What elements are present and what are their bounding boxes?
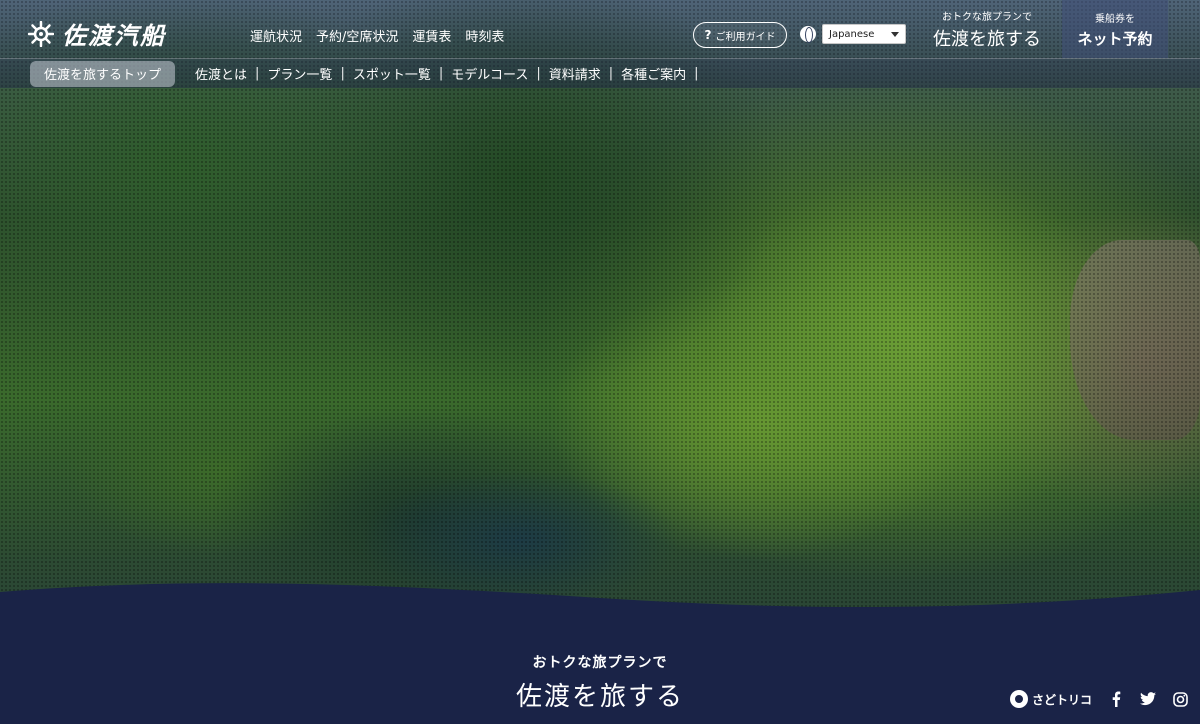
subnav-item-plans[interactable]: プラン一覧: [259, 64, 340, 83]
facebook-icon[interactable]: [1108, 691, 1124, 707]
divider: |: [694, 66, 699, 81]
subnav-item-guide[interactable]: 各種ご案内: [613, 64, 694, 83]
chevron-down-icon: [891, 31, 899, 37]
subnav-item-spots[interactable]: スポット一覧: [345, 64, 439, 83]
travel-plan-large: 佐渡を旅する: [933, 28, 1041, 50]
travel-plan-button[interactable]: おトクな旅プランで 佐渡を旅する: [918, 0, 1056, 58]
nav-timetable[interactable]: 時刻表: [465, 26, 504, 45]
guide-button[interactable]: ? ご利用ガイド: [693, 22, 787, 48]
logo-text: 佐渡汽船: [62, 21, 166, 50]
instagram-icon[interactable]: [1172, 691, 1188, 707]
sadotorico-icon: [1010, 690, 1028, 708]
question-icon: ?: [704, 28, 712, 42]
divider: |: [340, 66, 345, 81]
nav-service-status[interactable]: 運航状況: [250, 26, 302, 45]
nav-fares[interactable]: 運賃表: [412, 26, 451, 45]
divider: |: [608, 66, 614, 81]
globe-icon: [800, 26, 816, 43]
subnav-items: 佐渡とは | プラン一覧 | スポット一覧 | モデルコース | 資料請求 | 各種ご案内…: [187, 64, 699, 83]
travel-plan-small: おトクな旅プランで: [942, 11, 1032, 23]
subnav-item-top[interactable]: 佐渡を旅するトップ: [30, 60, 176, 87]
nav-reservation[interactable]: 予約/空席状況: [316, 26, 398, 45]
site-header: 佐渡汽船 運航状況 予約/空席状況 運賃表 時刻表 ? ご利用ガイド Japan…: [0, 0, 1200, 58]
ship-wheel-icon: [28, 20, 54, 47]
divider: |: [255, 66, 260, 81]
ticket-small: 乗船券を: [1095, 13, 1135, 25]
language-select[interactable]: Japanese: [822, 24, 906, 44]
subnav-item-brochure[interactable]: 資料請求: [541, 64, 609, 83]
ticket-large: ネット予約: [1077, 29, 1153, 48]
divider: |: [536, 66, 541, 81]
ticket-reservation-button[interactable]: 乗船券を ネット予約: [1062, 0, 1168, 58]
subnav-item-about[interactable]: 佐渡とは: [187, 64, 255, 83]
subnav-item-model-course[interactable]: モデルコース: [443, 64, 536, 83]
language-switcher: Japanese: [800, 24, 906, 44]
sub-nav: 佐渡を旅するトップ 佐渡とは | プラン一覧 | スポット一覧 | モデルコース | 資…: [0, 58, 1200, 88]
twitter-icon[interactable]: [1140, 691, 1157, 707]
language-selected: Japanese: [829, 28, 875, 40]
sadotorico-link[interactable]: さどトリコ: [1010, 690, 1092, 708]
main-nav: 運航状況 予約/空席状況 運賃表 時刻表: [250, 26, 504, 45]
guide-button-label: ご利用ガイド: [715, 31, 776, 43]
promo-subtitle: おトクな旅プランで: [532, 655, 668, 671]
divider: |: [438, 66, 444, 81]
social-links: さどトリコ: [1010, 690, 1188, 708]
site-logo[interactable]: 佐渡汽船: [28, 16, 166, 51]
sadotorico-label: さどトリコ: [1032, 692, 1093, 707]
